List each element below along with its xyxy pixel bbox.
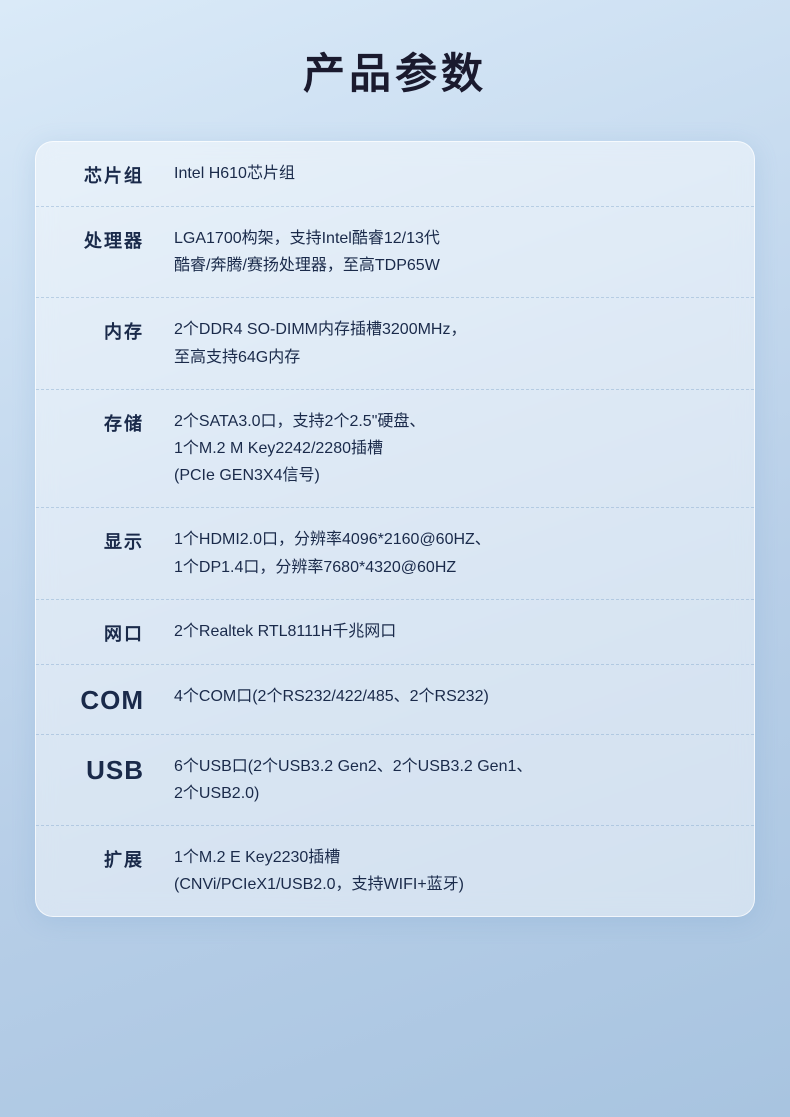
spec-row: 芯片组 Intel H610芯片组 xyxy=(36,142,754,207)
spec-row: COM 4个COM口(2个RS232/422/485、2个RS232) xyxy=(36,665,754,735)
spec-row: USB 6个USB口(2个USB3.2 Gen2、2个USB3.2 Gen1、2个… xyxy=(36,735,754,826)
spec-value: 2个SATA3.0口，支持2个2.5"硬盘、1个M.2 M Key2242/22… xyxy=(174,408,726,490)
spec-value: LGA1700构架，支持Intel酷睿12/13代酷睿/奔腾/赛扬处理器，至高T… xyxy=(174,225,726,279)
spec-value: 2个Realtek RTL8111H千兆网口 xyxy=(174,618,726,645)
spec-row: 存储 2个SATA3.0口，支持2个2.5"硬盘、1个M.2 M Key2242/… xyxy=(36,390,754,509)
spec-row: 扩展 1个M.2 E Key2230插槽(CNVi/PCIeX1/USB2.0，支… xyxy=(36,826,754,916)
spec-label: 内存 xyxy=(64,316,144,344)
specs-card: 芯片组 Intel H610芯片组处理器 LGA1700构架，支持Intel酷睿12… xyxy=(35,141,755,917)
page-title: 产品参数 xyxy=(303,40,487,101)
spec-label: 网口 xyxy=(64,618,144,646)
spec-value: 4个COM口(2个RS232/422/485、2个RS232) xyxy=(174,683,726,710)
spec-label: 显示 xyxy=(64,526,144,554)
spec-label: 芯片组 xyxy=(64,160,144,188)
spec-label: 存储 xyxy=(64,408,144,436)
spec-label: COM xyxy=(64,683,144,716)
spec-value: Intel H610芯片组 xyxy=(174,160,726,187)
spec-row: 网口 2个Realtek RTL8111H千兆网口 xyxy=(36,600,754,665)
spec-value: 6个USB口(2个USB3.2 Gen2、2个USB3.2 Gen1、2个USB… xyxy=(174,753,726,807)
spec-row: 显示 1个HDMI2.0口，分辨率4096*2160@60HZ、1个DP1.4口，… xyxy=(36,508,754,599)
spec-row: 内存 2个DDR4 SO-DIMM内存插槽3200MHz，至高支持64G内存 xyxy=(36,298,754,389)
spec-value: 1个M.2 E Key2230插槽(CNVi/PCIeX1/USB2.0，支持W… xyxy=(174,844,726,898)
spec-label: 处理器 xyxy=(64,225,144,253)
spec-label: 扩展 xyxy=(64,844,144,872)
spec-label: USB xyxy=(64,753,144,786)
spec-row: 处理器 LGA1700构架，支持Intel酷睿12/13代酷睿/奔腾/赛扬处理器，… xyxy=(36,207,754,298)
spec-value: 1个HDMI2.0口，分辨率4096*2160@60HZ、1个DP1.4口，分辨… xyxy=(174,526,726,580)
spec-value: 2个DDR4 SO-DIMM内存插槽3200MHz，至高支持64G内存 xyxy=(174,316,726,370)
